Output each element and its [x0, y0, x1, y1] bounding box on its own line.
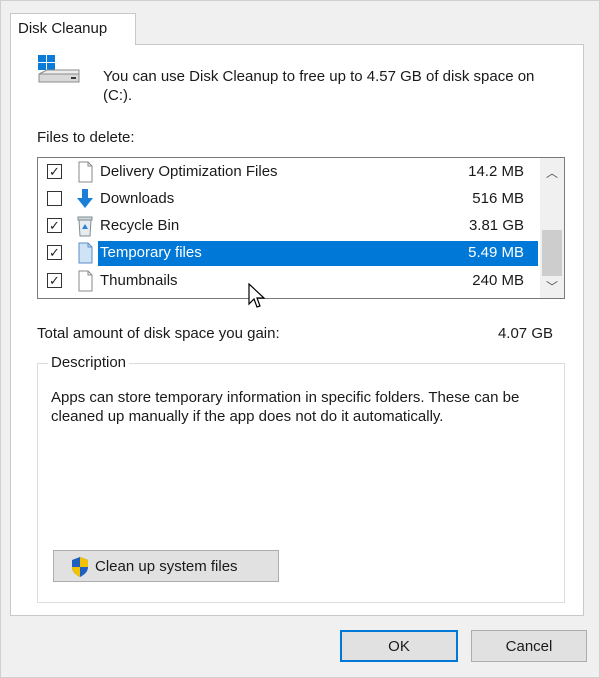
checkbox[interactable]: ✓ [47, 245, 62, 260]
mouse-cursor-icon [248, 283, 266, 308]
vertical-scrollbar[interactable]: ︿ ﹀ [540, 158, 564, 298]
checkbox[interactable]: ✓ [47, 273, 62, 288]
drive-icon [38, 55, 80, 83]
intro-text: You can use Disk Cleanup to free up to 4… [103, 68, 535, 104]
list-item[interactable]: ✓ Thumbnails 240 MB [38, 268, 538, 294]
files-listbox[interactable]: ✓ Delivery Optimization Files 14.2 MB Do… [37, 157, 565, 299]
list-item[interactable]: Downloads 516 MB [38, 186, 538, 212]
tab-disk-cleanup[interactable]: Disk Cleanup [10, 13, 136, 45]
files-to-delete-label: Files to delete: [37, 129, 135, 146]
uac-shield-icon [72, 557, 88, 577]
tab-label: Disk Cleanup [18, 20, 108, 37]
checkbox[interactable]: ✓ [47, 218, 62, 233]
item-size: 3.81 GB [468, 217, 524, 234]
disk-cleanup-window: Disk Cleanup You can use Disk Cleanup to… [0, 0, 600, 678]
cancel-button[interactable]: Cancel [471, 630, 587, 662]
file-icon [78, 270, 93, 292]
clean-up-system-files-button[interactable]: Clean up system files [53, 550, 279, 582]
item-size: 5.49 MB [468, 244, 524, 261]
description-title: Description [48, 354, 130, 371]
item-name: Downloads [100, 190, 175, 207]
item-name: Delivery Optimization Files [100, 163, 278, 180]
item-size: 14.2 MB [468, 163, 524, 180]
list-item[interactable]: ✓ Recycle Bin 3.81 GB [38, 213, 538, 239]
description-text: Apps can store temporary information in … [51, 389, 520, 425]
list-item-selected[interactable]: ✓ Temporary files 5.49 MB [38, 240, 538, 266]
clean-up-system-files-label: Clean up system files [95, 558, 238, 575]
item-size: 240 MB [472, 272, 524, 289]
recycle-bin-icon [77, 216, 93, 237]
description-group: Description Apps can store temporary inf… [37, 354, 565, 603]
download-arrow-icon [77, 189, 93, 208]
item-name: Temporary files [100, 244, 202, 261]
list-item[interactable]: ✓ Delivery Optimization Files 14.2 MB [38, 159, 538, 185]
scroll-thumb[interactable] [542, 230, 562, 276]
disk-cleanup-panel: You can use Disk Cleanup to free up to 4… [10, 44, 584, 616]
item-name: Recycle Bin [100, 217, 180, 234]
file-icon [78, 161, 93, 183]
ok-button[interactable]: OK [340, 630, 458, 662]
total-space-value: 4.07 GB [497, 325, 553, 342]
file-icon [78, 242, 93, 264]
item-name: Thumbnails [100, 272, 178, 289]
checkbox[interactable]: ✓ [47, 164, 62, 179]
total-space-label: Total amount of disk space you gain: [37, 325, 280, 342]
item-size: 516 MB [472, 190, 524, 207]
scroll-down-icon[interactable]: ﹀ [540, 276, 564, 298]
scroll-up-icon[interactable]: ︿ [540, 162, 564, 184]
checkbox[interactable] [47, 191, 62, 206]
